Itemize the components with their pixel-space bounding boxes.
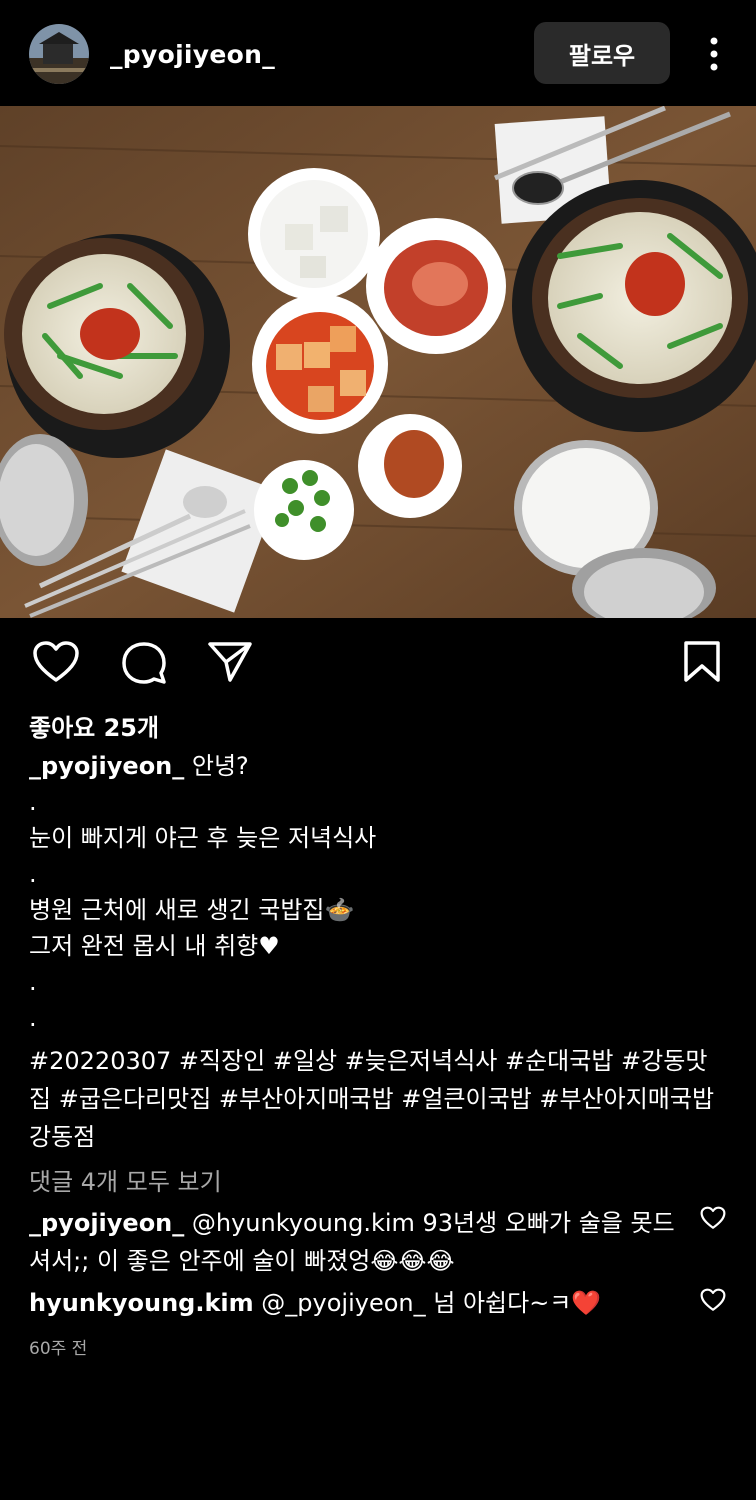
caption-line: 눈이 빠지게 야근 후 늦은 저녁식사 xyxy=(29,824,377,852)
header-username[interactable]: _pyojiyeon_ xyxy=(110,40,275,69)
paper-plane-icon[interactable] xyxy=(206,640,254,688)
view-all-comments-link[interactable]: 댓글 4개 모두 보기 xyxy=(29,1162,222,1197)
caption-first-line: 안녕? xyxy=(184,752,249,780)
more-vertical-icon[interactable] xyxy=(700,36,728,72)
post-photo[interactable] xyxy=(0,106,756,618)
caption-line: 병원 근처에 새로 생긴 국밥집🍲 xyxy=(29,896,355,924)
food-table-image xyxy=(0,106,756,618)
comment-like-heart-icon[interactable] xyxy=(700,1206,726,1230)
caption-line: 그저 완전 몹시 내 취향♥ xyxy=(29,932,280,960)
post-actions xyxy=(0,618,756,710)
comment-username[interactable]: _pyojiyeon_ xyxy=(29,1209,184,1237)
post-timestamp: 60주 전 xyxy=(29,1339,88,1359)
post-caption: _pyojiyeon_ 안녕? . 눈이 빠지게 야근 후 늦은 저녁식사 . … xyxy=(29,748,729,1036)
avatar[interactable] xyxy=(29,24,89,84)
caption-hashtags[interactable]: #20220307 #직장인 #일상 #늦은저녁식사 #순대국밥 #강동맛집 #… xyxy=(29,1042,729,1156)
comment-username[interactable]: hyunkyoung.kim xyxy=(29,1289,254,1317)
like-count[interactable]: 좋아요 25개 xyxy=(29,708,159,743)
follow-button[interactable]: 팔로우 xyxy=(534,22,670,84)
post-header: _pyojiyeon_ 팔로우 xyxy=(0,0,756,106)
bookmark-outline-icon[interactable] xyxy=(682,640,722,688)
caption-username[interactable]: _pyojiyeon_ xyxy=(29,752,184,780)
caption-line: . xyxy=(29,788,37,816)
caption-line: . xyxy=(29,968,37,996)
caption-line: . xyxy=(29,860,37,888)
comment-like-heart-icon[interactable] xyxy=(700,1288,726,1312)
comment-item: _pyojiyeon_ @hyunkyoung.kim 93년생 오빠가 술을 … xyxy=(29,1204,679,1280)
heart-outline-icon[interactable] xyxy=(32,640,80,688)
caption-line: . xyxy=(29,1004,37,1032)
comment-text: @_pyojiyeon_ 넘 아쉽다~ㅋ❤️ xyxy=(253,1289,602,1317)
comment-bubble-icon[interactable] xyxy=(120,640,168,690)
comment-item: hyunkyoung.kim @_pyojiyeon_ 넘 아쉽다~ㅋ❤️ xyxy=(29,1284,679,1322)
